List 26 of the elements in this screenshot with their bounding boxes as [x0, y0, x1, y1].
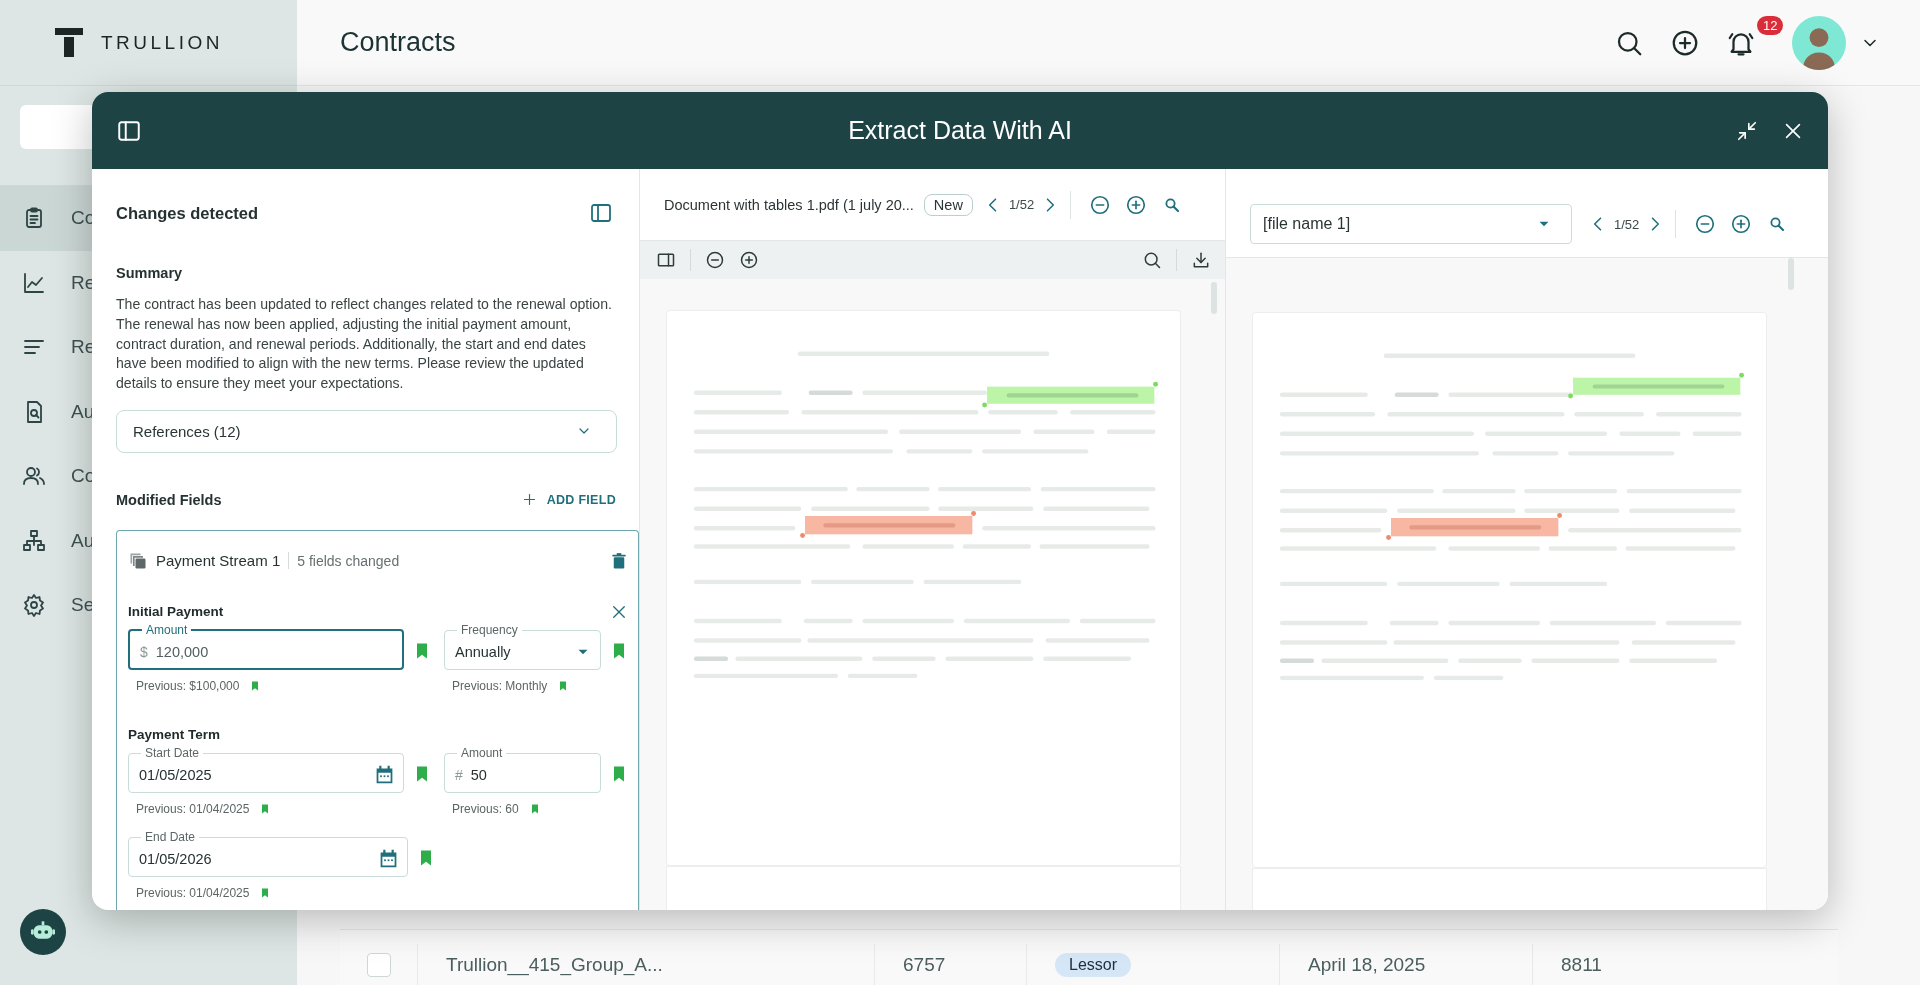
previous-value: Previous: 01/04/2025: [136, 886, 250, 900]
stream-name: Payment Stream 1: [156, 552, 290, 570]
new-badge: New: [923, 193, 973, 216]
table-cell: 6757: [903, 953, 946, 976]
role-tag: Lessor: [1055, 952, 1132, 977]
summary-text: The contract has been updated to reflect changes related to the renewal option. The renewal has now been applied, adjusting the initial payment amount, contract duration, and renewal periods. Additionally, the start and end dates have been modified to align with the new terms. Please review the updated details to ensure they meet your expectations.: [116, 295, 613, 394]
group-title: Payment Term: [128, 727, 221, 743]
logo-text: TRULLION: [101, 31, 223, 54]
panel-title: Changes detected: [116, 203, 259, 223]
modal-title: Extract Data With AI: [848, 116, 1072, 145]
previous-value: Previous: 60: [452, 802, 519, 816]
page-title: Contracts: [340, 27, 456, 58]
changes-count: 5 fields changed: [297, 553, 400, 569]
previous-value: Previous: 01/04/2025: [136, 802, 250, 816]
previous-value: Previous: $100,000: [136, 679, 240, 693]
page-number: 1/52: [1008, 197, 1035, 212]
previous-value: Previous: Monthly: [452, 679, 548, 693]
table-cell: Trullion__415_Group_A...: [446, 953, 663, 976]
table-cell: 8811: [1561, 953, 1602, 976]
group-title: Initial Payment: [128, 604, 224, 620]
section-heading: Modified Fields: [116, 492, 222, 508]
notification-badge: 12: [1757, 15, 1784, 35]
table-cell: April 18, 2025: [1308, 953, 1426, 976]
section-heading: Summary: [116, 265, 184, 281]
file-name: Document with tables 1.pdf (1 july 20...: [664, 196, 914, 213]
page-number: 1/52: [1614, 216, 1640, 232]
